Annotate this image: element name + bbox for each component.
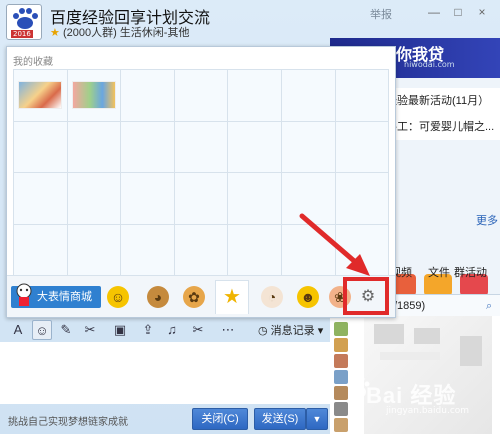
grin-tab[interactable]: ☻ [297,286,319,308]
sticker-cell[interactable] [228,70,282,122]
sticker-cell[interactable] [282,70,336,122]
member-avatar[interactable] [334,418,348,432]
ad-domain: niwodai.com [404,60,455,69]
member-list: Bai 经验 jingyan.baidu.com [330,316,500,434]
sticker-thumbnail[interactable] [18,81,62,109]
member-avatar[interactable] [334,386,348,400]
minimize-icon[interactable]: — [426,4,442,20]
avatar-year: 2016 [11,30,33,38]
upload-icon[interactable]: ⇪ [138,320,158,340]
bear-tab[interactable]: ◔ [261,286,283,308]
message-record-button[interactable]: ◷ 消息记录 ▾ [258,322,323,338]
image-icon[interactable]: ▣ [110,320,130,340]
emoji-icon[interactable]: ☺ [32,320,52,340]
sticker-cell[interactable] [228,224,282,276]
scissors-icon[interactable]: ✂ [188,320,208,340]
app-label-activity[interactable]: 群活动 [454,264,487,280]
mascot-icon [16,283,32,306]
message-input[interactable] [0,342,330,404]
star-icon: ★ [223,286,241,308]
chat-window: 2016 百度经验回享计划交流 ★ (2000人群) 生活休闲-其他 举报 — … [0,0,500,434]
close-button[interactable]: 关闭(C) [192,408,248,430]
sticker-cell[interactable] [282,121,336,173]
sticker-cell[interactable] [121,70,175,122]
sticker-cell[interactable] [121,173,175,225]
music-icon[interactable]: ♫ [162,320,182,340]
group-info: (2000人群) 生活休闲-其他 [62,27,190,39]
smile-tab[interactable]: ☺ [107,286,129,308]
clock-icon: ◷ [258,325,268,337]
sticker-cell[interactable] [335,121,390,173]
group-slogan: 挑战自己实现梦想链家成就 [8,417,128,428]
screenshot-icon[interactable]: ✂ [80,320,100,340]
sticker-cell[interactable] [14,173,68,225]
member-avatar[interactable] [334,354,348,368]
sticker-cell[interactable] [67,70,122,122]
favorites-tab[interactable]: ★ [215,280,249,314]
monkey-tab[interactable]: ◕ [147,286,169,308]
annotation-highlight-box [343,277,389,315]
member-avatar[interactable] [334,370,348,384]
group-avatar[interactable]: 2016 [6,4,42,40]
member-avatar[interactable] [334,402,348,416]
sticker-cell[interactable] [228,121,282,173]
star-icon: ★ [50,27,60,39]
sticker-cell[interactable] [174,173,229,225]
baidu-paw-icon [13,8,38,29]
sticker-cell[interactable] [335,70,390,122]
annotation-arrow [299,213,370,276]
sticker-cell[interactable] [14,70,68,122]
blurred-member-names [364,316,492,434]
watermark-url: jingyan.baidu.com [386,406,470,416]
gif-tab[interactable]: ✿ [183,286,205,308]
chevron-down-icon: ▾ [317,325,324,337]
sticker-cell[interactable] [121,224,175,276]
sticker-cell[interactable] [14,224,68,276]
more-link[interactable]: 更多 [476,212,498,228]
font-icon[interactable]: A [8,320,28,340]
popup-heading: 我的收藏 [13,57,53,68]
magic-icon[interactable]: ✎ [56,320,76,340]
search-icon[interactable]: ⌕ [486,295,492,317]
sticker-thumbnail[interactable] [71,81,116,109]
sticker-cell[interactable] [67,121,122,173]
report-link[interactable]: 举报 [370,6,392,22]
chat-toolbar: A ☺ ✎ ✂ ▣ ⇪ ♫ ✂ ⋯ ◷ 消息记录 ▾ [0,318,330,342]
maximize-icon[interactable]: □ [450,4,466,20]
group-subtitle: ★ (2000人群) 生活休闲-其他 [50,24,189,40]
member-avatar[interactable] [334,322,348,336]
more-icon[interactable]: ⋯ [218,320,238,340]
sticker-cell[interactable] [14,121,68,173]
bottom-bar: 挑战自己实现梦想链家成就 关闭(C) 发送(S) ▼ [0,404,330,434]
sticker-cell[interactable] [174,70,229,122]
close-window-icon[interactable]: × [474,4,490,20]
sticker-cell[interactable] [121,121,175,173]
send-options-chevron-icon[interactable]: ▼ [306,408,328,430]
send-button[interactable]: 发送(S) [254,408,306,430]
sticker-cell[interactable] [67,224,122,276]
sticker-shop-label: 大表情商城 [37,291,92,303]
member-avatar[interactable] [334,338,348,352]
sticker-cell[interactable] [228,173,282,225]
sticker-cell[interactable] [67,173,122,225]
message-record-label: 消息记录 [270,325,315,337]
sticker-cell[interactable] [174,224,229,276]
app-label-file[interactable]: 文件 [428,264,450,280]
sticker-shop-button[interactable]: 大表情商城 [11,283,101,308]
member-count: /1859) [394,300,426,312]
sticker-cell[interactable] [174,121,229,173]
